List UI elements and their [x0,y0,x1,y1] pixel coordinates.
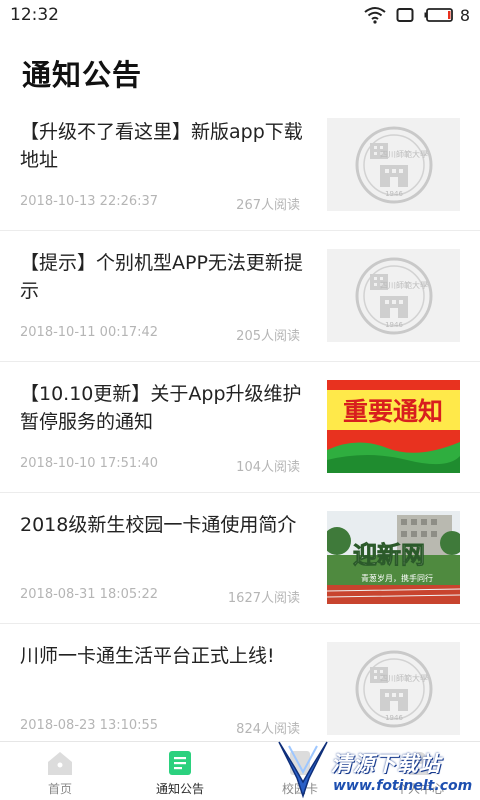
page-title: 通知公告 [22,58,143,92]
seal-text: 四川師範大學 [380,280,428,290]
notice-title: 【升级不了看这里】新版app下载地址 [20,121,303,171]
watermark-url: www.fotinelt.com [333,778,473,794]
sim-icon [396,8,414,22]
banner-text: 重要通知 [343,397,443,426]
school-seal-icon: 四川師範大學 1946 [355,126,432,203]
notice-title: 川师一卡通生活平台正式上线! [20,645,275,667]
notice-read-count: 824人阅读 [236,722,300,737]
tab-home[interactable]: 首页 [0,742,120,800]
notice-list: 【升级不了看这里】新版app下载地址 2018-10-13 22:26:37 2… [0,100,480,755]
notice-item[interactable]: 【升级不了看这里】新版app下载地址 2018-10-13 22:26:37 2… [0,100,480,231]
notice-date: 2018-08-23 13:10:55 [20,718,159,733]
watermark-name: 清源下载站 [331,752,441,776]
notice-item[interactable]: 川师一卡通生活平台正式上线! 2018-08-23 13:10:55 824人阅… [0,624,480,755]
notice-item[interactable]: 【提示】个别机型APP无法更新提示 2018-10-11 00:17:42 20… [0,231,480,362]
seal-text: 四川師範大學 [380,149,428,159]
important-notice-banner: 重要通知 [327,380,460,473]
notice-item[interactable]: 【10.10更新】关于App升级维护暂停服务的通知 2018-10-10 17:… [0,362,480,493]
tab-notices[interactable]: 通知公告 [120,742,240,800]
status-bar: 12:32 8 [0,0,480,30]
welcome-photo: 迎新网 青葱岁月，携手同行 [327,511,460,604]
notice-read-count: 104人阅读 [236,460,300,475]
notice-date: 2018-08-31 18:05:22 [20,587,159,602]
watermark: 清源下载站 www.fotinelt.com [275,738,480,800]
school-seal-icon: 四川師範大學 1946 [355,257,432,334]
tab-label: 首页 [47,782,72,796]
notice-thumbnail: 重要通知 [327,380,460,473]
status-time: 12:32 [10,5,59,25]
notice-title: 【提示】个别机型APP无法更新提示 [20,252,303,302]
watermark-logo-icon [278,741,328,799]
notice-thumbnail: 四川師範大學 1946 [327,118,460,211]
photo-title: 迎新网 [353,541,425,569]
battery-icon [424,8,453,22]
battery-indicator: 8 [424,6,470,25]
notice-date: 2018-10-13 22:26:37 [20,194,159,209]
tab-label: 通知公告 [155,782,204,796]
seal-year: 1946 [385,190,403,198]
notice-item[interactable]: 2018级新生校园一卡通使用简介 2018-08-31 18:05:22 162… [0,493,480,624]
status-icons: 8 [364,6,470,25]
notice-icon [169,751,191,775]
home-icon [48,752,72,775]
notice-thumbnail: 迎新网 青葱岁月，携手同行 [327,511,460,604]
seal-year: 1946 [385,321,403,329]
notice-date: 2018-10-10 17:51:40 [20,456,159,471]
notice-read-count: 205人阅读 [236,329,300,344]
seal-year: 1946 [385,714,403,722]
school-seal-icon: 四川師範大學 1946 [355,650,432,727]
notice-thumbnail: 四川師範大學 1946 [327,249,460,342]
notice-date: 2018-10-11 00:17:42 [20,325,159,340]
notice-title: 2018级新生校园一卡通使用简介 [20,514,297,536]
notice-thumbnail: 四川師範大學 1946 [327,642,460,735]
wifi-icon [364,7,386,24]
photo-caption: 青葱岁月，携手同行 [361,573,433,583]
notice-read-count: 1627人阅读 [227,591,300,606]
battery-level: 8 [459,5,470,25]
notice-read-count: 267人阅读 [236,198,300,213]
seal-text: 四川師範大學 [380,673,428,683]
notice-title: 【10.10更新】关于App升级维护暂停服务的通知 [20,383,302,433]
